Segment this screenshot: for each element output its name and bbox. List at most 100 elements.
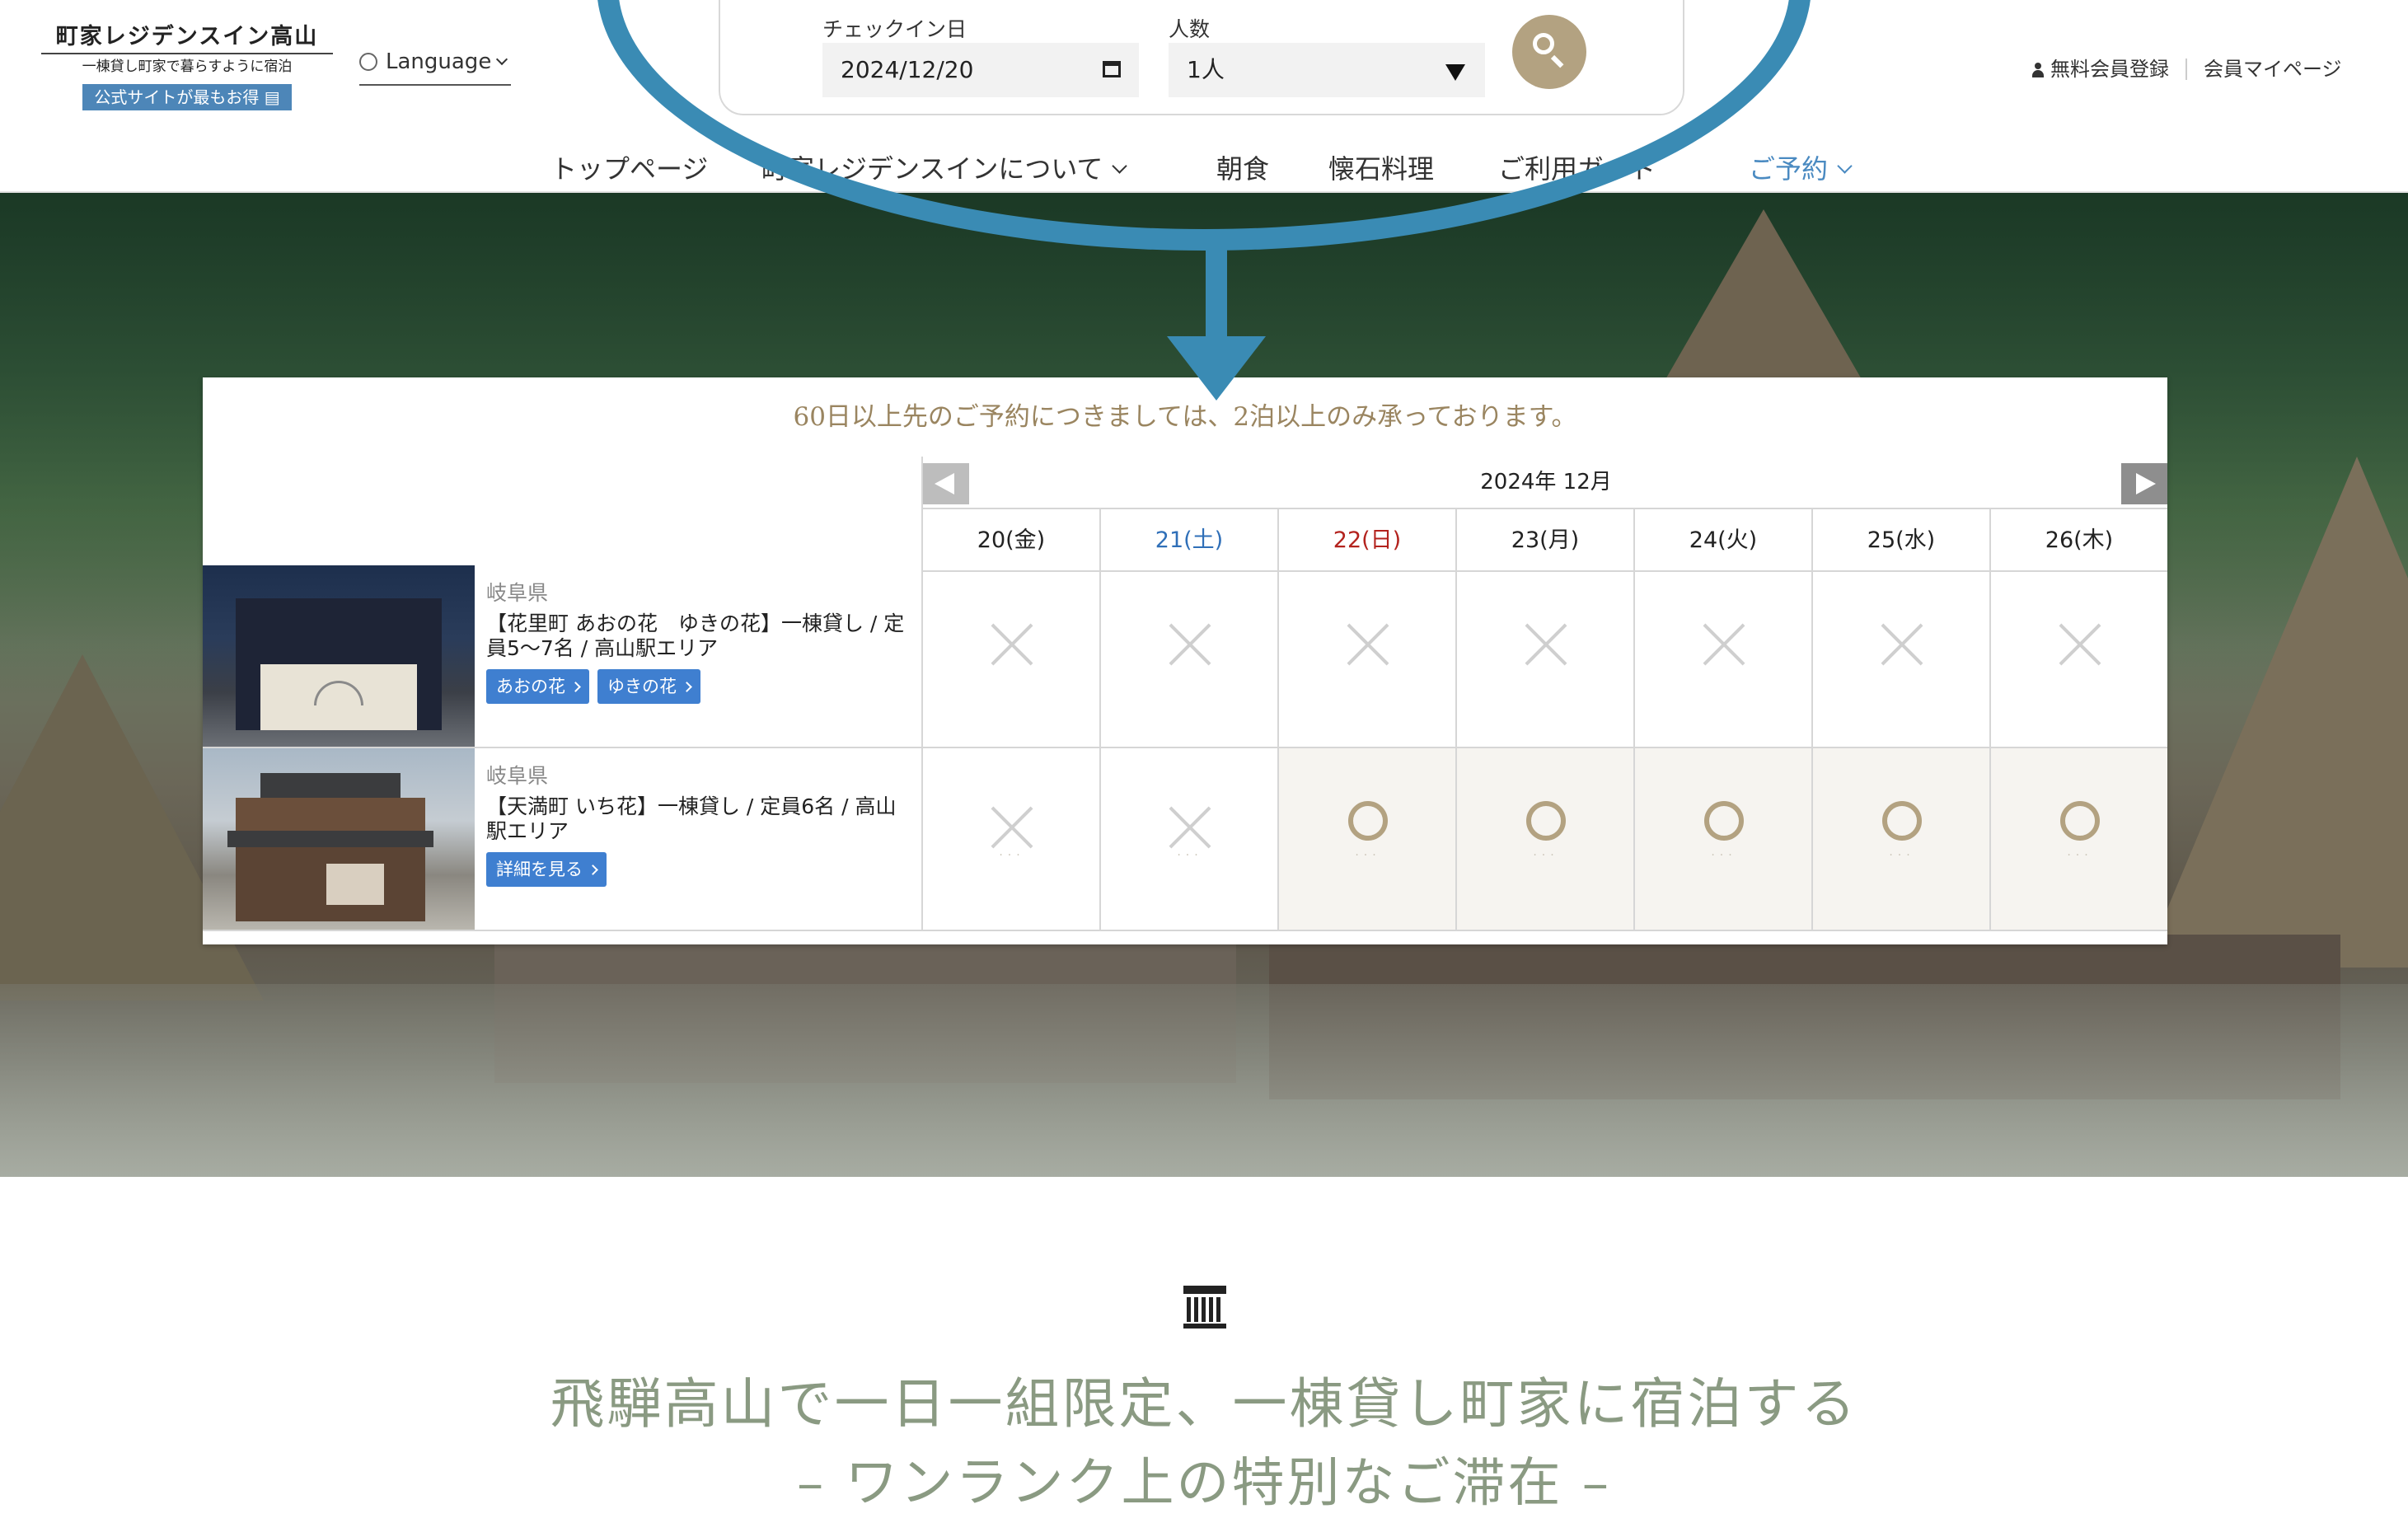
availability-cell-available[interactable]: ··· <box>1455 748 1633 930</box>
day-header: 24(火) <box>1633 509 1811 572</box>
unavailable-cross-icon <box>1703 623 1745 666</box>
house-base <box>1183 1324 1226 1329</box>
chevron-right-icon <box>588 865 598 875</box>
language-label: Language <box>386 49 492 74</box>
chevron-right-icon <box>570 682 581 692</box>
register-link[interactable]: 無料会員登録 <box>2032 58 2169 81</box>
booking-notice: 60日以上先のご予約につきましては、2泊以上のみ承っております。 <box>793 402 1577 432</box>
month-label: 2024年 12月 <box>1480 470 1612 494</box>
house-roof <box>1183 1286 1226 1294</box>
unavailable-cross-icon <box>1347 623 1389 666</box>
available-circle-icon <box>1704 801 1744 841</box>
cell-dots: ··· <box>1711 849 1737 862</box>
official-site-badge: 公式サイトが最もお得 ▤ <box>82 84 292 110</box>
available-circle-icon <box>1348 801 1388 841</box>
availability-cell-available[interactable]: ··· <box>1811 748 1989 930</box>
logo-subtitle: 一棟貸し町家で暮らすように宿泊 <box>82 59 293 75</box>
available-circle-icon <box>1882 801 1922 841</box>
arrow-right-icon <box>2136 473 2156 494</box>
room-details-button[interactable]: 詳細を見る <box>486 852 607 887</box>
availability-cell-unavailable <box>1277 565 1455 747</box>
room-prefecture: 岐阜県 <box>486 581 549 605</box>
machiya-house-icon <box>1183 1286 1226 1329</box>
available-circle-icon <box>1526 801 1566 841</box>
cell-dots: ··· <box>1355 849 1381 862</box>
day-header: 25(水) <box>1811 509 1989 572</box>
availability-cell-unavailable <box>1099 565 1277 747</box>
thatched-roof-far-right <box>2143 457 2408 968</box>
person-icon <box>2032 63 2044 77</box>
next-month-button[interactable] <box>2121 463 2167 504</box>
room-photo[interactable] <box>203 748 475 930</box>
day-header: 23(月) <box>1455 509 1633 572</box>
entrance-curtain <box>326 864 384 905</box>
unavailable-cross-icon <box>1169 623 1211 666</box>
prev-month-button[interactable] <box>923 463 969 504</box>
main-headline: 飛騨高山で一日一組限定、一棟貸し町家に宿泊する <box>550 1372 1858 1436</box>
unavailable-cross-icon <box>1881 623 1923 666</box>
chevron-down-icon <box>1837 158 1853 174</box>
day-header: 22(日) <box>1277 509 1455 572</box>
unavailable-cross-icon <box>991 623 1033 666</box>
availability-cell-unavailable <box>1811 565 1989 747</box>
hero-ground <box>0 984 2408 1177</box>
lower-roof <box>227 831 433 847</box>
official-site-badge-label: 公式サイトが最もお得 <box>94 87 260 107</box>
room-aonohana-label: あおの花 <box>496 677 565 696</box>
unavailable-cross-icon <box>991 806 1033 849</box>
house-icon: ▤ <box>264 87 280 107</box>
nav-reserve[interactable]: ご予約 <box>1749 148 1853 186</box>
house-lattice <box>1187 1297 1223 1322</box>
room-name[interactable]: 【花里町 あおの花 ゆきの花】一棟貸し / 定員5〜7名 / 高山駅エリア <box>486 612 915 661</box>
upper-roof <box>260 773 401 798</box>
day-header: 21(土) <box>1099 509 1277 572</box>
room-info: 岐阜県 【天満町 いち花】一棟貸し / 定員6名 / 高山駅エリア 詳細を見る <box>486 763 915 887</box>
room-row: 岐阜県 【花里町 あおの花 ゆきの花】一棟貸し / 定員5〜7名 / 高山駅エリ… <box>203 565 2167 748</box>
annotation-arrow-head <box>1167 336 1266 401</box>
availability-cell-unavailable: ··· <box>921 748 1099 930</box>
user-links: 無料会員登録 会員マイページ <box>2032 53 2342 82</box>
availability-cell-available[interactable]: ··· <box>1989 748 2167 930</box>
link-separator <box>2185 59 2187 80</box>
cell-dots: ··· <box>999 849 1025 862</box>
unavailable-cross-icon <box>1169 806 1211 849</box>
annotation-arrow-shaft <box>1206 247 1227 344</box>
sub-headline: – ワンランク上の特別なご滞在 – <box>797 1453 1611 1514</box>
register-label: 無料会員登録 <box>2050 58 2169 81</box>
room-details-label: 詳細を見る <box>496 860 583 879</box>
arrow-left-icon <box>935 473 954 494</box>
site-logo[interactable]: 町家レジデンスイン高山 一棟貸し町家で暮らすように宿泊 公式サイトが最もお得 ▤ <box>41 23 333 112</box>
room-photo[interactable] <box>203 565 475 747</box>
cell-dots: ··· <box>1533 849 1559 862</box>
availability-cell-available[interactable]: ··· <box>1277 748 1455 930</box>
availability-calendar: 60日以上先のご予約につきましては、2泊以上のみ承っております。 2024年 1… <box>203 377 2167 944</box>
upper-floor <box>236 798 425 831</box>
mypage-link[interactable]: 会員マイページ <box>2204 58 2342 81</box>
chevron-right-icon <box>682 682 692 692</box>
availability-cell-unavailable <box>1989 565 2167 747</box>
availability-cell-unavailable <box>921 565 1099 747</box>
day-header: 20(金) <box>921 509 1099 572</box>
day-header: 26(木) <box>1989 509 2167 572</box>
month-header: 2024年 12月 <box>921 457 2167 509</box>
cell-dots: ··· <box>1889 849 1915 862</box>
room-yukinohana-label: ゆきの花 <box>607 677 677 696</box>
globe-icon <box>359 53 377 71</box>
language-selector[interactable]: Language <box>359 49 511 86</box>
availability-cell-unavailable <box>1633 565 1811 747</box>
room-yukinohana-button[interactable]: ゆきの花 <box>597 669 700 704</box>
room-prefecture: 岐阜県 <box>486 764 549 788</box>
room-name[interactable]: 【天満町 いち花】一棟貸し / 定員6名 / 高山駅エリア <box>486 794 915 844</box>
availability-cell-unavailable: ··· <box>1099 748 1277 930</box>
nav-top[interactable]: トップページ <box>550 148 708 186</box>
room-aonohana-button[interactable]: あおの花 <box>486 669 589 704</box>
chevron-down-icon <box>496 53 508 66</box>
nav-reserve-label: ご予約 <box>1749 153 1829 185</box>
availability-cell-available[interactable]: ··· <box>1633 748 1811 930</box>
room-row: 岐阜県 【天満町 いち花】一棟貸し / 定員6名 / 高山駅エリア 詳細を見る … <box>203 748 2167 931</box>
unavailable-cross-icon <box>2059 623 2101 666</box>
cell-dots: ··· <box>1177 849 1203 862</box>
logo-divider <box>41 53 333 54</box>
cell-dots: ··· <box>2067 849 2093 862</box>
logo-title: 町家レジデンスイン高山 <box>55 24 319 49</box>
